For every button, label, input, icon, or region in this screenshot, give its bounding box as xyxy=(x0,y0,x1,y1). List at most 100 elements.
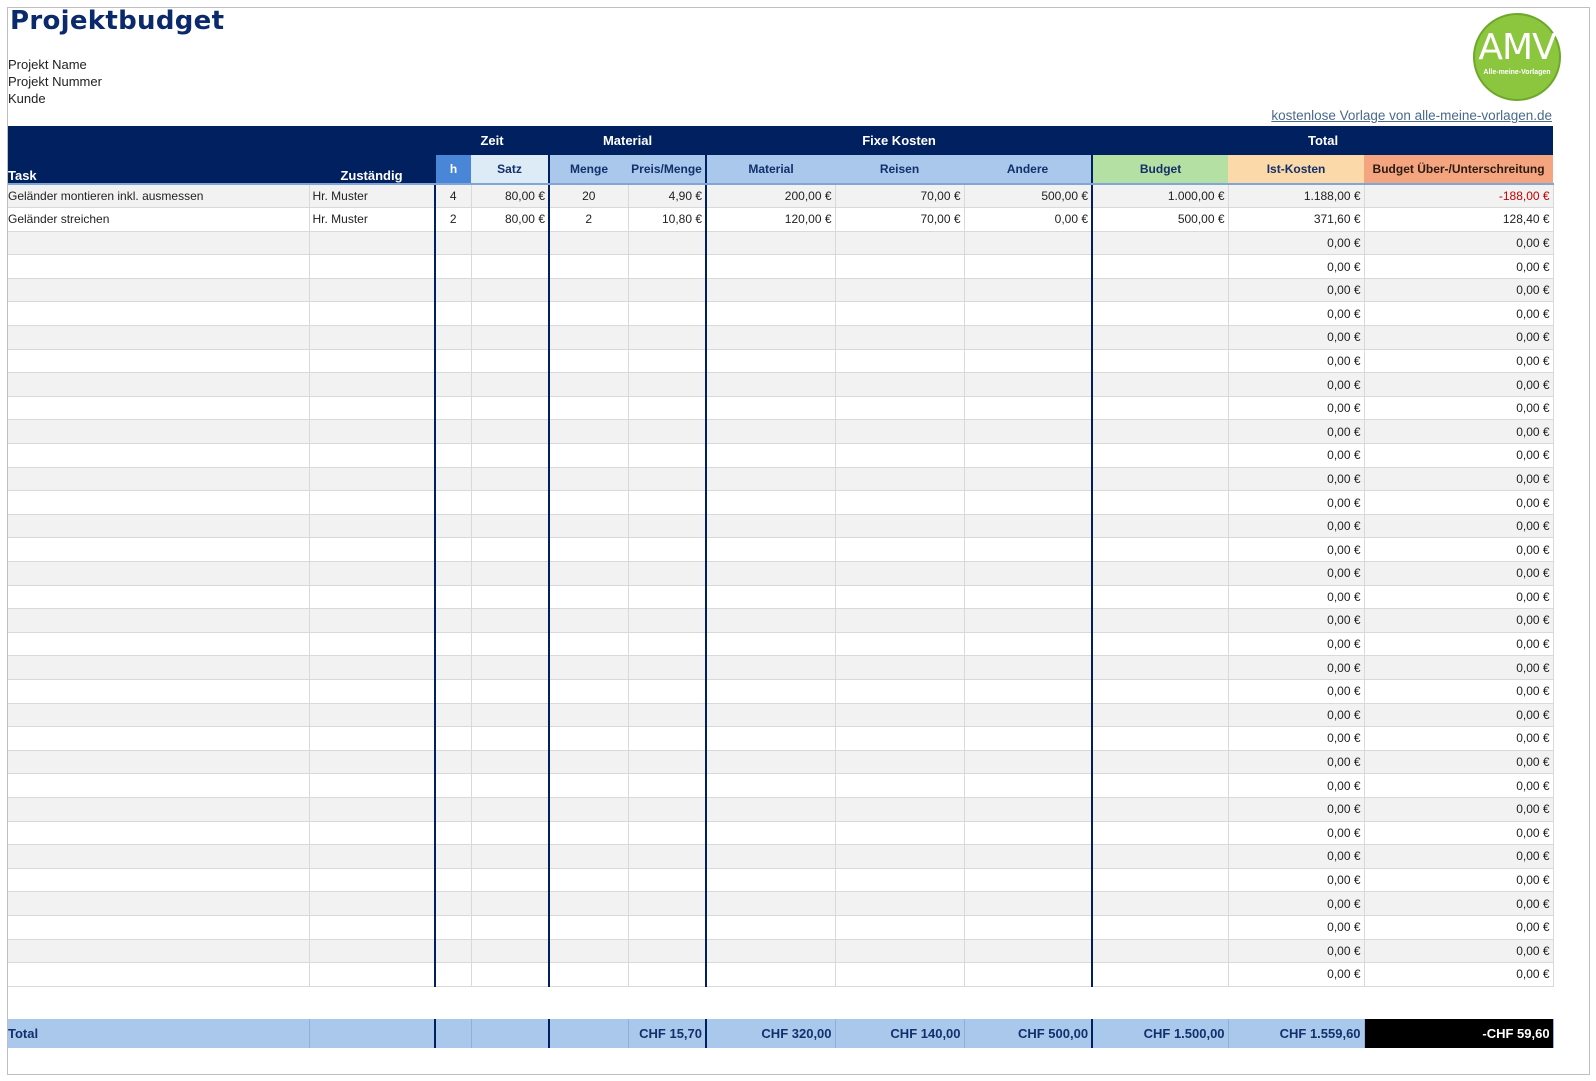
cell-h[interactable] xyxy=(434,231,472,256)
cell-budget-diff[interactable]: 0,00 € xyxy=(1364,301,1554,327)
cell-menge[interactable] xyxy=(548,844,629,869)
cell-fk-material[interactable] xyxy=(705,868,836,893)
cell-ist-kosten[interactable]: 0,00 € xyxy=(1228,773,1365,798)
cell-zustaendig[interactable] xyxy=(309,726,436,751)
cell-reisen[interactable]: 70,00 € xyxy=(835,207,965,232)
cell-h[interactable] xyxy=(434,443,472,468)
cell-h[interactable] xyxy=(434,467,472,492)
cell-budget-diff[interactable]: 0,00 € xyxy=(1364,915,1554,940)
cell-andere[interactable] xyxy=(964,443,1093,468)
cell-preis-menge[interactable] xyxy=(628,396,707,421)
cell-satz[interactable] xyxy=(471,679,550,704)
cell-budget[interactable] xyxy=(1091,726,1229,751)
cell-andere[interactable] xyxy=(964,561,1093,586)
cell-andere[interactable] xyxy=(964,939,1093,964)
cell-reisen[interactable] xyxy=(835,962,965,987)
cell-task[interactable]: Geländer streichen xyxy=(8,207,310,232)
cell-preis-menge[interactable] xyxy=(628,537,707,562)
cell-menge[interactable] xyxy=(548,773,629,798)
cell-menge[interactable] xyxy=(548,301,629,327)
cell-budget-diff[interactable]: 0,00 € xyxy=(1364,726,1554,751)
cell-ist-kosten[interactable]: 0,00 € xyxy=(1228,301,1365,327)
total-cell-preis[interactable]: CHF 15,70 xyxy=(628,1019,707,1049)
cell-ist-kosten[interactable]: 0,00 € xyxy=(1228,797,1365,822)
cell-h[interactable] xyxy=(434,962,472,987)
cell-h[interactable] xyxy=(434,537,472,562)
cell-andere[interactable] xyxy=(964,325,1093,350)
cell-preis-menge[interactable] xyxy=(628,891,707,916)
cell-fk-material[interactable] xyxy=(705,773,836,798)
cell-fk-material[interactable] xyxy=(705,231,836,256)
cell-ist-kosten[interactable]: 0,00 € xyxy=(1228,561,1365,586)
cell-ist-kosten[interactable]: 0,00 € xyxy=(1228,372,1365,397)
cell-andere[interactable] xyxy=(964,726,1093,751)
cell-budget[interactable] xyxy=(1091,396,1229,421)
cell-andere[interactable]: 0,00 € xyxy=(964,207,1093,232)
cell-h[interactable] xyxy=(434,585,472,610)
cell-preis-menge[interactable] xyxy=(628,585,707,610)
cell-andere[interactable] xyxy=(964,655,1093,680)
cell-h[interactable] xyxy=(434,797,472,822)
col-header-andere[interactable]: Andere xyxy=(964,155,1093,185)
cell-fk-material[interactable] xyxy=(705,561,836,586)
cell-budget-diff[interactable]: 0,00 € xyxy=(1364,372,1554,397)
cell-fk-material[interactable] xyxy=(705,443,836,468)
cell-h[interactable] xyxy=(434,349,472,374)
col-header-ist-kosten[interactable]: Ist-Kosten xyxy=(1228,155,1365,185)
cell-satz[interactable] xyxy=(471,372,550,397)
col-header-menge[interactable]: Menge xyxy=(548,155,628,185)
cell-andere[interactable] xyxy=(964,349,1093,374)
cell-budget-diff[interactable]: 0,00 € xyxy=(1364,891,1554,916)
cell-budget[interactable] xyxy=(1091,561,1229,586)
cell-fk-material[interactable] xyxy=(705,679,836,704)
cell-satz[interactable] xyxy=(471,939,550,964)
cell-reisen[interactable] xyxy=(835,726,965,751)
cell-satz[interactable] xyxy=(471,962,550,987)
total-cell-budget[interactable]: CHF 1.500,00 xyxy=(1091,1019,1229,1049)
cell-zustaendig[interactable] xyxy=(309,750,436,775)
cell-budget[interactable] xyxy=(1091,419,1229,445)
cell-budget[interactable] xyxy=(1091,844,1229,869)
cell-satz[interactable] xyxy=(471,349,550,374)
cell-fk-material[interactable] xyxy=(705,396,836,421)
cell-menge[interactable] xyxy=(548,419,629,445)
cell-andere[interactable] xyxy=(964,301,1093,327)
cell-preis-menge[interactable] xyxy=(628,726,707,751)
cell-satz[interactable] xyxy=(471,608,550,633)
cell-satz[interactable] xyxy=(471,561,550,586)
cell-menge[interactable] xyxy=(548,585,629,610)
cell-reisen[interactable] xyxy=(835,325,965,350)
cell-h[interactable] xyxy=(434,419,472,445)
cell-ist-kosten[interactable]: 0,00 € xyxy=(1228,655,1365,680)
cell-andere[interactable] xyxy=(964,231,1093,256)
cell-satz[interactable] xyxy=(471,254,550,279)
col-header-satz[interactable]: Satz xyxy=(471,155,549,185)
cell-zustaendig[interactable] xyxy=(309,325,436,350)
cell-preis-menge[interactable]: 10,80 € xyxy=(628,207,707,232)
cell-preis-menge[interactable] xyxy=(628,750,707,775)
cell-menge[interactable] xyxy=(548,443,629,468)
cell-budget-diff[interactable]: 0,00 € xyxy=(1364,962,1554,987)
cell-menge[interactable] xyxy=(548,278,629,303)
cell-task[interactable] xyxy=(8,844,310,869)
cell-ist-kosten[interactable]: 0,00 € xyxy=(1228,254,1365,279)
cell-preis-menge[interactable] xyxy=(628,490,707,515)
cell-preis-menge[interactable] xyxy=(628,868,707,893)
cell-budget-diff[interactable]: 0,00 € xyxy=(1364,773,1554,798)
cell-andere[interactable] xyxy=(964,962,1093,987)
cell-budget[interactable] xyxy=(1091,773,1229,798)
cell-fk-material[interactable] xyxy=(705,467,836,492)
cell-preis-menge[interactable] xyxy=(628,632,707,657)
cell-satz[interactable] xyxy=(471,915,550,940)
cell-budget-diff[interactable]: -188,00 € xyxy=(1364,184,1554,209)
cell-task[interactable] xyxy=(8,396,310,421)
cell-andere[interactable] xyxy=(964,254,1093,279)
cell-task[interactable]: Geländer montieren inkl. ausmessen xyxy=(8,184,310,209)
cell-ist-kosten[interactable]: 0,00 € xyxy=(1228,962,1365,987)
cell-andere[interactable] xyxy=(964,703,1093,728)
cell-budget-diff[interactable]: 0,00 € xyxy=(1364,254,1554,279)
cell-ist-kosten[interactable]: 0,00 € xyxy=(1228,325,1365,350)
cell-h[interactable]: 2 xyxy=(434,207,472,232)
cell-task[interactable] xyxy=(8,537,310,562)
cell-satz[interactable] xyxy=(471,514,550,539)
